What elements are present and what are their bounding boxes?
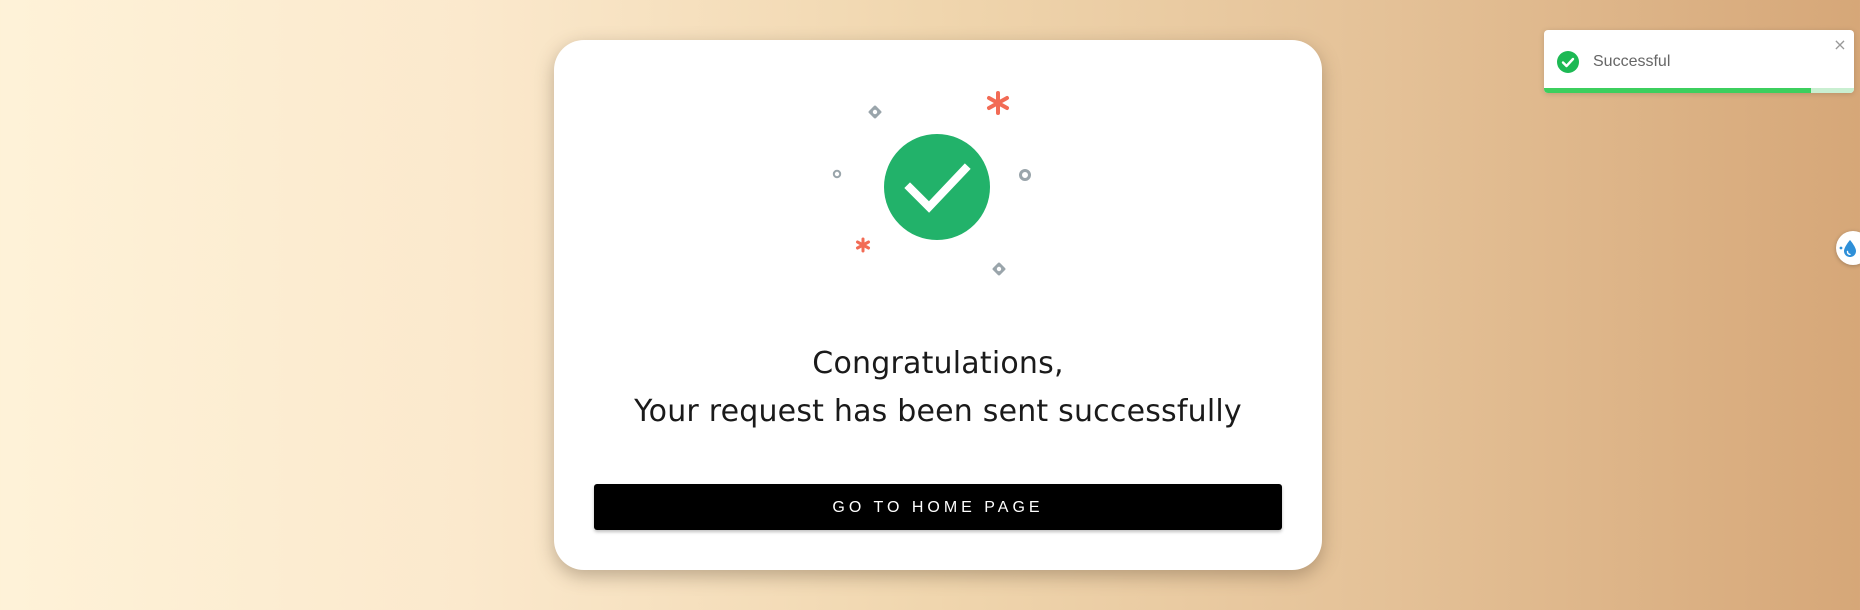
ring-confetti-icon [1017,167,1033,183]
success-check-icon [884,134,990,240]
close-icon[interactable]: × [1832,36,1848,54]
toast-message: Successful [1593,53,1671,70]
success-illustration [554,40,1322,300]
diamond-confetti-icon [866,103,884,121]
success-message: Congratulations, Your request has been s… [554,340,1322,436]
toast-progress-bar [1544,88,1854,93]
check-circle-icon [1557,51,1579,73]
request-sent-text: Your request has been sent successfully [634,394,1242,429]
success-toast: Successful × [1544,30,1854,93]
diamond-confetti-icon [990,260,1008,278]
ring-confetti-icon [831,168,843,180]
star-confetti-icon [854,236,872,254]
toast-progress-fill [1544,88,1811,93]
water-drop-widget-button[interactable] [1836,231,1860,265]
success-card: Congratulations, Your request has been s… [554,40,1322,570]
congratulations-heading: Congratulations, [812,346,1064,381]
star-confetti-icon [984,89,1012,117]
go-to-home-page-button[interactable]: GO TO HOME PAGE [594,484,1282,530]
